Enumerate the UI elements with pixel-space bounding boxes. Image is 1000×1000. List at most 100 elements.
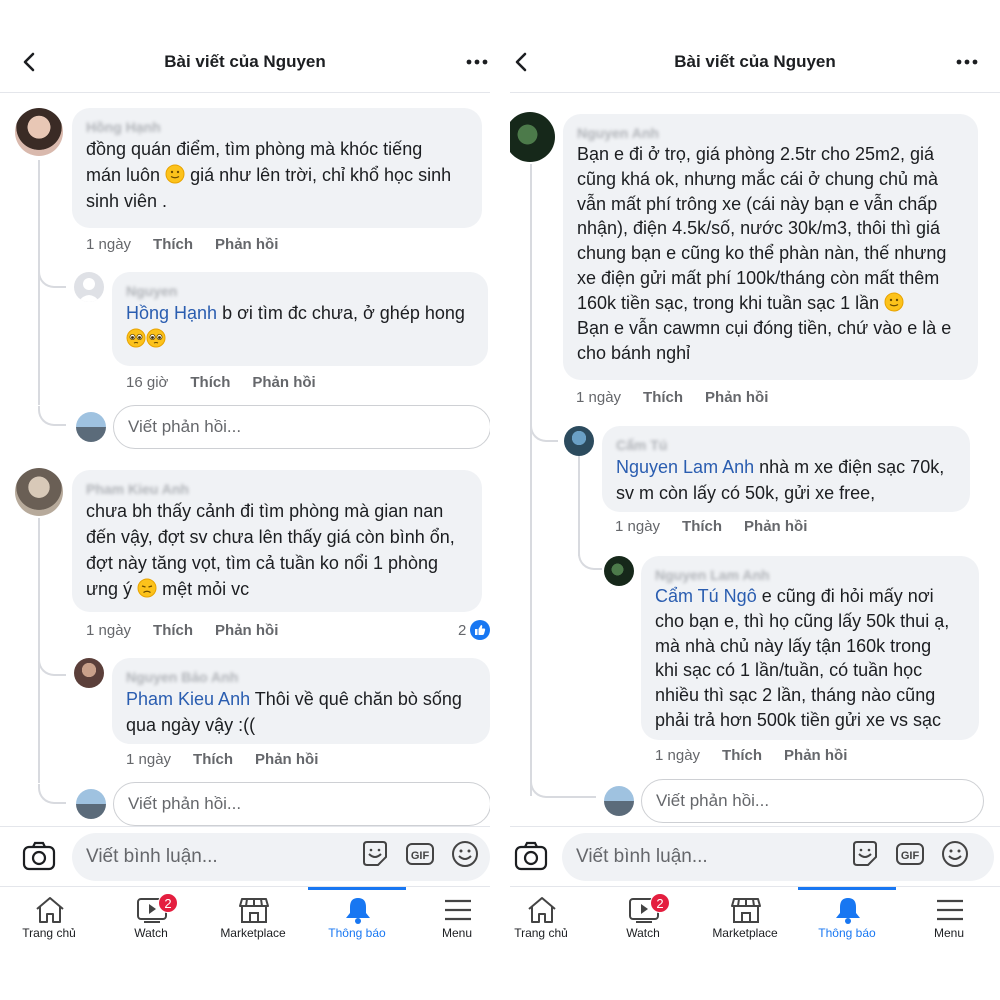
commenter-name[interactable]: Hồng Hạnh xyxy=(86,118,468,136)
emoji-icon[interactable] xyxy=(450,839,480,869)
nav-watch[interactable]: 2 Watch xyxy=(102,887,200,957)
nav-menu[interactable]: Menu xyxy=(900,887,998,957)
commenter-name[interactable]: Nguyen Anh xyxy=(577,124,964,142)
gif-icon[interactable]: GIF xyxy=(895,839,925,869)
reply-button[interactable]: Phản hồi xyxy=(784,747,847,764)
commenter-name[interactable]: Nguyen xyxy=(126,282,474,300)
right-screenshot: Bài viết của Nguyen Nguyen Anh Bạn e đi … xyxy=(510,0,1000,1000)
nav-notifications[interactable]: Thông báo xyxy=(308,887,406,957)
pleading-face-emoji-icon xyxy=(146,328,166,348)
nav-notifications[interactable]: Thông báo xyxy=(798,887,896,957)
home-icon xyxy=(528,897,556,923)
avatar[interactable] xyxy=(74,658,104,688)
emoji-icon[interactable] xyxy=(940,839,970,869)
like-button[interactable]: Thích xyxy=(153,236,193,253)
nav-label: Marketplace xyxy=(220,926,286,940)
page-title: Bài viết của Nguyen xyxy=(674,52,836,71)
reply-button[interactable]: Phản hồi xyxy=(215,622,278,639)
sticker-icon[interactable] xyxy=(850,839,880,869)
like-button[interactable]: Thích xyxy=(190,374,230,391)
nav-label: Trang chủ xyxy=(22,926,76,940)
camera-icon[interactable] xyxy=(22,841,56,871)
mention-link[interactable]: Hồng Hạnh xyxy=(126,303,217,323)
more-options-icon[interactable] xyxy=(464,50,490,74)
avatar[interactable] xyxy=(15,108,63,156)
nav-label: Watch xyxy=(134,926,168,940)
avatar[interactable] xyxy=(15,468,63,516)
comment-actions: 1 ngày Thích Phản hồi xyxy=(576,389,768,406)
menu-icon xyxy=(445,899,471,921)
reply-input[interactable]: Viết phản hồi... xyxy=(113,405,490,449)
nav-watch[interactable]: 2 Watch xyxy=(594,887,692,957)
avatar[interactable] xyxy=(510,112,555,162)
comment-time: 16 giờ xyxy=(126,374,169,391)
nav-home[interactable]: Trang chủ xyxy=(0,887,98,957)
like-button[interactable]: Thích xyxy=(153,622,193,639)
mention-link[interactable]: Cẩm Tú Ngô xyxy=(655,586,757,606)
avatar[interactable] xyxy=(564,426,594,456)
reply-input[interactable]: Viết phản hồi... xyxy=(641,779,984,823)
reply-input[interactable]: Viết phản hồi... xyxy=(113,782,490,826)
post-header: Bài viết của Nguyen xyxy=(0,38,490,86)
comment-time: 1 ngày xyxy=(86,622,132,639)
like-button[interactable]: Thích xyxy=(722,747,762,764)
comment-text: Bạn e đi ở trọ, giá phòng 2.5tr cho 25m2… xyxy=(577,144,952,363)
comment-composer: Viết bình luận... GIF xyxy=(0,826,490,886)
commenter-name[interactable]: Cẩm Tú xyxy=(616,436,956,454)
comment-actions: 1 ngày Thích Phản hồi xyxy=(126,751,318,768)
reply-button[interactable]: Phản hồi xyxy=(215,236,278,253)
like-button[interactable]: Thích xyxy=(643,389,683,406)
back-arrow-icon[interactable] xyxy=(510,50,534,74)
pleading-face-emoji-icon xyxy=(126,328,146,348)
avatar[interactable] xyxy=(74,272,104,302)
reply-button[interactable]: Phản hồi xyxy=(744,518,807,535)
comment-actions: 1 ngày Thích Phản hồi xyxy=(655,747,847,764)
reply-button[interactable]: Phản hồi xyxy=(252,374,315,391)
comment-input[interactable]: Viết bình luận... xyxy=(562,833,994,881)
mention-link[interactable]: Nguyen Lam Anh xyxy=(616,457,754,477)
disappointed-face-emoji-icon xyxy=(137,578,157,598)
thread-connector xyxy=(38,406,66,426)
post-header: Bài viết của Nguyen xyxy=(510,38,1000,86)
reply-button[interactable]: Phản hồi xyxy=(705,389,768,406)
reply-button[interactable]: Phản hồi xyxy=(255,751,318,768)
my-avatar xyxy=(604,786,634,816)
menu-icon xyxy=(937,899,963,921)
header-divider xyxy=(510,92,1000,93)
thread-line xyxy=(38,160,40,405)
commenter-name[interactable]: Pham Kieu Anh xyxy=(86,480,468,498)
like-button[interactable]: Thích xyxy=(682,518,722,535)
camera-icon[interactable] xyxy=(514,841,548,871)
bottom-navigation: Trang chủ 2 Watch Marketplace Thông báo … xyxy=(0,886,490,956)
active-tab-indicator xyxy=(798,887,896,890)
avatar[interactable] xyxy=(604,556,634,586)
comment-actions: 1 ngày Thích Phản hồi xyxy=(86,622,278,639)
sticker-icon[interactable] xyxy=(360,839,390,869)
reaction-count[interactable]: 2 xyxy=(458,620,490,640)
nav-menu[interactable]: Menu xyxy=(408,887,490,957)
comment-time: 1 ngày xyxy=(655,747,701,764)
comment-bubble: Hồng Hạnh đồng quán điểm, tìm phòng mà k… xyxy=(72,108,482,228)
notification-badge: 2 xyxy=(650,893,670,913)
mention-link[interactable]: Pham Kieu Anh xyxy=(126,689,250,709)
nav-marketplace[interactable]: Marketplace xyxy=(204,887,302,957)
comment-actions: 16 giờ Thích Phản hồi xyxy=(126,374,316,391)
thread-connector xyxy=(530,422,558,442)
my-avatar xyxy=(76,789,106,819)
comment-time: 1 ngày xyxy=(126,751,172,768)
commenter-name[interactable]: Nguyen Bảo Anh xyxy=(126,668,476,686)
back-arrow-icon[interactable] xyxy=(18,50,42,74)
nav-marketplace[interactable]: Marketplace xyxy=(696,887,794,957)
nav-label: Trang chủ xyxy=(514,926,568,940)
comment-actions: 1 ngày Thích Phản hồi xyxy=(86,236,278,253)
commenter-name[interactable]: Nguyen Lam Anh xyxy=(655,566,965,584)
nav-home[interactable]: Trang chủ xyxy=(510,887,590,957)
home-icon xyxy=(36,897,64,923)
gif-icon[interactable]: GIF xyxy=(405,839,435,869)
notification-badge: 2 xyxy=(158,893,178,913)
thread-connector xyxy=(530,778,596,798)
more-options-icon[interactable] xyxy=(954,50,980,74)
reply-bubble: Nguyen Bảo Anh Pham Kieu Anh Thôi về quê… xyxy=(112,658,490,744)
like-button[interactable]: Thích xyxy=(193,751,233,768)
slight-smile-emoji-icon xyxy=(165,164,185,184)
